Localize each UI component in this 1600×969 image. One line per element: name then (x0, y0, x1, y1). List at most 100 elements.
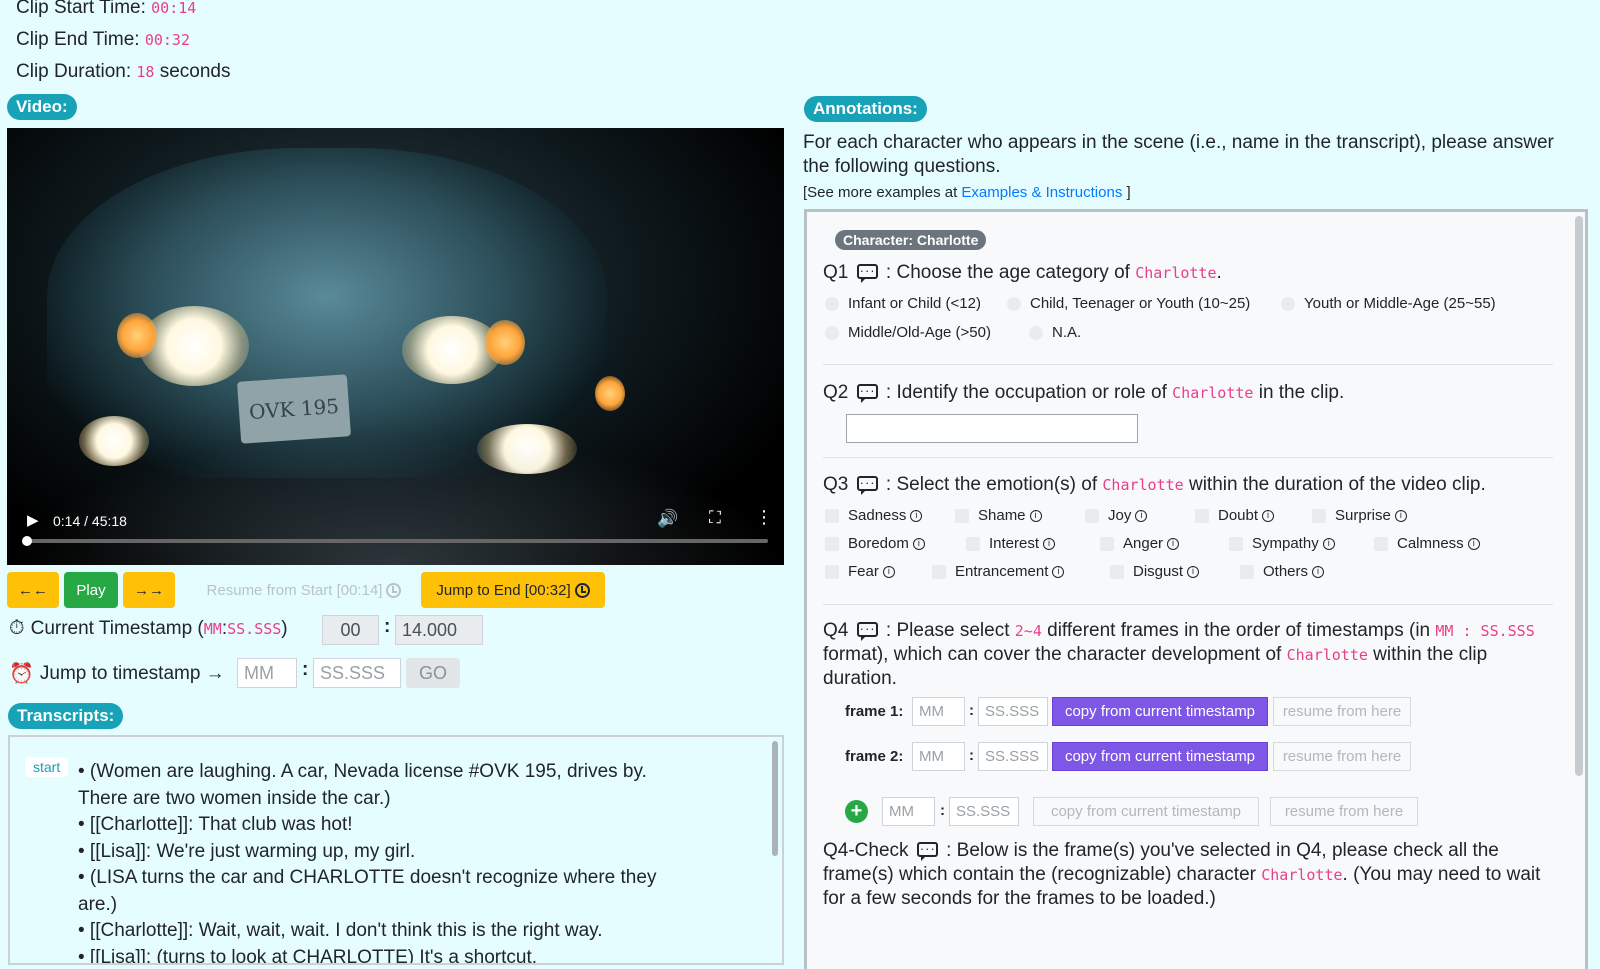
examples-instructions-link[interactable]: Examples & Instructions (961, 184, 1122, 201)
checkbox[interactable] (825, 536, 839, 551)
video-player[interactable]: OVK 195 ▶ 0:14 / 45:18 🔊 ⛶ ⋮ (7, 128, 784, 565)
emotion-joy[interactable]: Joy i (1085, 507, 1148, 524)
emotion-doubt[interactable]: Doubt i (1195, 507, 1275, 524)
comment-icon[interactable] (916, 837, 938, 861)
skip-forward-button[interactable]: →→ (123, 572, 175, 608)
indicator-right (485, 320, 525, 365)
q1-option[interactable]: N.A. (1029, 324, 1081, 341)
info-icon[interactable]: i (1043, 537, 1056, 550)
checkbox[interactable] (1110, 564, 1124, 579)
jump-to-end-button[interactable]: Jump to End [00:32] (421, 572, 605, 608)
info-icon[interactable]: i (1262, 509, 1275, 522)
annotation-scrollbar[interactable] (1575, 216, 1583, 776)
fullscreen-icon[interactable]: ⛶ (709, 508, 721, 528)
checkbox[interactable] (966, 536, 980, 551)
q1-option[interactable]: Middle/Old-Age (>50) (825, 324, 991, 341)
checkbox[interactable] (955, 508, 969, 523)
character-badge: Character: Charlotte (835, 230, 987, 250)
emotion-others[interactable]: Others i (1240, 563, 1325, 580)
radio-button[interactable] (1007, 296, 1021, 311)
go-button[interactable]: GO (406, 658, 460, 688)
volume-icon[interactable]: 🔊 (657, 509, 678, 529)
comment-icon[interactable] (856, 471, 878, 495)
q1-option[interactable]: Child, Teenager or Youth (10~25) (1007, 295, 1250, 312)
add-frame-icon[interactable]: + (845, 800, 868, 823)
indicator-left (117, 313, 157, 358)
emotion-calmness[interactable]: Calmness i (1374, 535, 1480, 552)
info-icon[interactable]: i (1052, 565, 1065, 578)
checkbox[interactable] (1085, 508, 1099, 523)
transcript-scrollbar[interactable] (772, 741, 778, 856)
indicator-side (595, 376, 625, 411)
frame-1-ss-input[interactable]: SS.SSS (978, 697, 1048, 726)
frame-2-mm-input[interactable]: MM (912, 742, 965, 771)
emotion-disgust[interactable]: Disgust i (1110, 563, 1200, 580)
frame-2-copy-button[interactable]: copy from current timestamp (1052, 742, 1268, 771)
comment-icon[interactable] (856, 617, 878, 641)
info-icon[interactable]: i (1167, 537, 1180, 550)
checkbox[interactable] (1240, 564, 1254, 579)
info-icon[interactable]: i (1187, 565, 1200, 578)
info-icon[interactable]: i (912, 537, 925, 550)
radio-button[interactable] (825, 325, 839, 340)
annotation-panel[interactable]: Character: Charlotte Q1 : Choose the age… (804, 209, 1588, 969)
more-options-icon[interactable]: ⋮ (755, 507, 773, 528)
frame-2-resume-button[interactable]: resume from here (1273, 742, 1411, 771)
checkbox[interactable] (1374, 536, 1388, 551)
emotion-fear[interactable]: Fear i (825, 563, 895, 580)
transcript-panel[interactable]: start • (Women are laughing. A car, Neva… (8, 735, 784, 965)
info-icon[interactable]: i (1312, 565, 1325, 578)
info-icon[interactable]: i (910, 509, 923, 522)
info-icon[interactable]: i (882, 565, 895, 578)
checkbox[interactable] (825, 564, 839, 579)
q1-option[interactable]: Youth or Middle-Age (25~55) (1281, 295, 1496, 312)
q1-question: Q1 : Choose the age category of Charlott… (823, 259, 1222, 285)
jump-ss-input[interactable]: SS.SSS (313, 658, 401, 688)
new-frame-resume-button[interactable]: resume from here (1270, 797, 1418, 826)
radio-button[interactable] (825, 296, 839, 311)
checkbox[interactable] (1229, 536, 1243, 551)
occupation-input[interactable] (846, 414, 1138, 443)
video-progress-bar[interactable] (21, 536, 768, 546)
resume-from-start-button[interactable]: Resume from Start [00:14] (199, 572, 409, 608)
play-button[interactable]: Play (64, 572, 118, 608)
q1-option[interactable]: Infant or Child (<12) (825, 295, 981, 312)
radio-button[interactable] (1281, 296, 1295, 311)
transcript-lines: • (Women are laughing. A car, Nevada lic… (78, 759, 698, 963)
checkbox[interactable] (1195, 508, 1209, 523)
checkbox[interactable] (932, 564, 946, 579)
emotion-sadness[interactable]: Sadness i (825, 507, 923, 524)
frame-1-resume-button[interactable]: resume from here (1273, 697, 1411, 726)
frame-1-mm-input[interactable]: MM (912, 697, 965, 726)
new-frame-ss-input[interactable]: SS.SSS (949, 797, 1019, 826)
checkbox[interactable] (1312, 508, 1326, 523)
transcript-start-badge[interactable]: start (25, 757, 69, 777)
info-icon[interactable]: i (1135, 509, 1148, 522)
play-icon[interactable]: ▶ (27, 511, 39, 529)
frame-1-copy-button[interactable]: copy from current timestamp (1052, 697, 1268, 726)
comment-icon[interactable] (856, 379, 878, 403)
info-icon[interactable]: i (1394, 509, 1407, 522)
transcript-line: • [[Charlotte]]: That club was hot! (78, 814, 353, 835)
emotion-entrancement[interactable]: Entrancement i (932, 563, 1065, 580)
info-icon[interactable]: i (1322, 537, 1335, 550)
info-icon[interactable]: i (1029, 509, 1042, 522)
new-frame-mm-input[interactable]: MM (882, 797, 935, 826)
annotations-intro: For each character who appears in the sc… (803, 132, 1554, 177)
comment-icon[interactable] (856, 259, 878, 283)
checkbox[interactable] (1100, 536, 1114, 551)
emotion-surprise[interactable]: Surprise i (1312, 507, 1407, 524)
jump-mm-input[interactable]: MM (237, 658, 297, 688)
emotion-sympathy[interactable]: Sympathy i (1229, 535, 1335, 552)
frame-2-ss-input[interactable]: SS.SSS (978, 742, 1048, 771)
progress-knob[interactable] (21, 536, 32, 546)
checkbox[interactable] (825, 508, 839, 523)
info-icon[interactable]: i (1467, 537, 1480, 550)
emotion-shame[interactable]: Shame i (955, 507, 1042, 524)
emotion-interest[interactable]: Interest i (966, 535, 1056, 552)
new-frame-copy-button[interactable]: copy from current timestamp (1033, 797, 1259, 826)
emotion-boredom[interactable]: Boredom i (825, 535, 925, 552)
skip-back-button[interactable]: ←← (7, 572, 59, 608)
radio-button[interactable] (1029, 325, 1043, 340)
emotion-anger[interactable]: Anger i (1100, 535, 1180, 552)
